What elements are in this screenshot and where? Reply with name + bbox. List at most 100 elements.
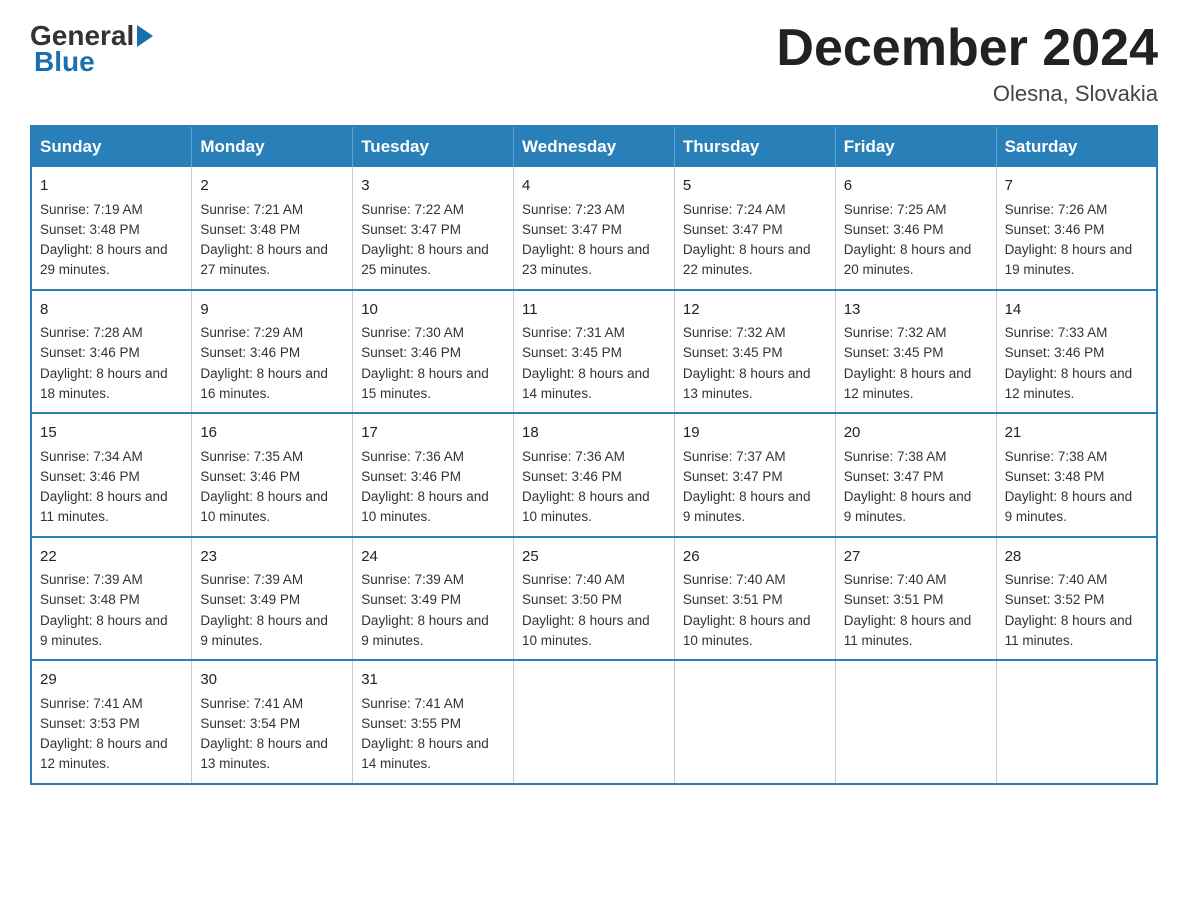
day-info: Sunrise: 7:26 AMSunset: 3:46 PMDaylight:… <box>1005 200 1148 281</box>
day-number: 8 <box>40 299 183 322</box>
day-number: 28 <box>1005 546 1148 569</box>
day-info: Sunrise: 7:19 AMSunset: 3:48 PMDaylight:… <box>40 200 183 281</box>
table-row: 1 Sunrise: 7:19 AMSunset: 3:48 PMDayligh… <box>31 167 192 290</box>
day-number: 30 <box>200 669 344 692</box>
table-row: 14 Sunrise: 7:33 AMSunset: 3:46 PMDaylig… <box>996 290 1157 414</box>
day-number: 1 <box>40 175 183 198</box>
day-number: 6 <box>844 175 988 198</box>
table-row: 18 Sunrise: 7:36 AMSunset: 3:46 PMDaylig… <box>514 413 675 537</box>
day-number: 5 <box>683 175 827 198</box>
day-info: Sunrise: 7:41 AMSunset: 3:54 PMDaylight:… <box>200 694 344 775</box>
calendar-week-row: 22 Sunrise: 7:39 AMSunset: 3:48 PMDaylig… <box>31 537 1157 661</box>
calendar-header-row: Sunday Monday Tuesday Wednesday Thursday… <box>31 126 1157 167</box>
day-info: Sunrise: 7:41 AMSunset: 3:53 PMDaylight:… <box>40 694 183 775</box>
location-text: Olesna, Slovakia <box>776 81 1158 107</box>
day-number: 24 <box>361 546 505 569</box>
logo: General Blue <box>30 20 155 78</box>
day-info: Sunrise: 7:32 AMSunset: 3:45 PMDaylight:… <box>844 323 988 404</box>
col-saturday: Saturday <box>996 126 1157 167</box>
col-sunday: Sunday <box>31 126 192 167</box>
day-number: 26 <box>683 546 827 569</box>
day-info: Sunrise: 7:39 AMSunset: 3:49 PMDaylight:… <box>361 570 505 651</box>
table-row: 25 Sunrise: 7:40 AMSunset: 3:50 PMDaylig… <box>514 537 675 661</box>
table-row <box>674 660 835 784</box>
logo-triangle-icon <box>137 25 153 47</box>
page-header: General Blue December 2024 Olesna, Slova… <box>30 20 1158 107</box>
table-row: 31 Sunrise: 7:41 AMSunset: 3:55 PMDaylig… <box>353 660 514 784</box>
day-info: Sunrise: 7:23 AMSunset: 3:47 PMDaylight:… <box>522 200 666 281</box>
table-row: 6 Sunrise: 7:25 AMSunset: 3:46 PMDayligh… <box>835 167 996 290</box>
day-number: 11 <box>522 299 666 322</box>
day-info: Sunrise: 7:34 AMSunset: 3:46 PMDaylight:… <box>40 447 183 528</box>
table-row: 19 Sunrise: 7:37 AMSunset: 3:47 PMDaylig… <box>674 413 835 537</box>
table-row: 23 Sunrise: 7:39 AMSunset: 3:49 PMDaylig… <box>192 537 353 661</box>
col-wednesday: Wednesday <box>514 126 675 167</box>
day-info: Sunrise: 7:36 AMSunset: 3:46 PMDaylight:… <box>522 447 666 528</box>
day-number: 13 <box>844 299 988 322</box>
day-number: 2 <box>200 175 344 198</box>
day-info: Sunrise: 7:40 AMSunset: 3:51 PMDaylight:… <box>844 570 988 651</box>
day-info: Sunrise: 7:33 AMSunset: 3:46 PMDaylight:… <box>1005 323 1148 404</box>
day-info: Sunrise: 7:39 AMSunset: 3:48 PMDaylight:… <box>40 570 183 651</box>
day-info: Sunrise: 7:40 AMSunset: 3:51 PMDaylight:… <box>683 570 827 651</box>
day-number: 7 <box>1005 175 1148 198</box>
col-monday: Monday <box>192 126 353 167</box>
day-info: Sunrise: 7:38 AMSunset: 3:48 PMDaylight:… <box>1005 447 1148 528</box>
table-row: 13 Sunrise: 7:32 AMSunset: 3:45 PMDaylig… <box>835 290 996 414</box>
day-number: 18 <box>522 422 666 445</box>
day-number: 3 <box>361 175 505 198</box>
title-section: December 2024 Olesna, Slovakia <box>776 20 1158 107</box>
day-info: Sunrise: 7:28 AMSunset: 3:46 PMDaylight:… <box>40 323 183 404</box>
table-row: 15 Sunrise: 7:34 AMSunset: 3:46 PMDaylig… <box>31 413 192 537</box>
day-info: Sunrise: 7:40 AMSunset: 3:52 PMDaylight:… <box>1005 570 1148 651</box>
calendar-week-row: 15 Sunrise: 7:34 AMSunset: 3:46 PMDaylig… <box>31 413 1157 537</box>
day-number: 16 <box>200 422 344 445</box>
table-row: 26 Sunrise: 7:40 AMSunset: 3:51 PMDaylig… <box>674 537 835 661</box>
table-row: 9 Sunrise: 7:29 AMSunset: 3:46 PMDayligh… <box>192 290 353 414</box>
day-number: 21 <box>1005 422 1148 445</box>
table-row <box>835 660 996 784</box>
day-number: 10 <box>361 299 505 322</box>
table-row: 22 Sunrise: 7:39 AMSunset: 3:48 PMDaylig… <box>31 537 192 661</box>
table-row: 29 Sunrise: 7:41 AMSunset: 3:53 PMDaylig… <box>31 660 192 784</box>
calendar-week-row: 8 Sunrise: 7:28 AMSunset: 3:46 PMDayligh… <box>31 290 1157 414</box>
col-tuesday: Tuesday <box>353 126 514 167</box>
day-info: Sunrise: 7:25 AMSunset: 3:46 PMDaylight:… <box>844 200 988 281</box>
table-row: 4 Sunrise: 7:23 AMSunset: 3:47 PMDayligh… <box>514 167 675 290</box>
table-row: 17 Sunrise: 7:36 AMSunset: 3:46 PMDaylig… <box>353 413 514 537</box>
day-info: Sunrise: 7:29 AMSunset: 3:46 PMDaylight:… <box>200 323 344 404</box>
day-info: Sunrise: 7:24 AMSunset: 3:47 PMDaylight:… <box>683 200 827 281</box>
day-number: 14 <box>1005 299 1148 322</box>
table-row: 20 Sunrise: 7:38 AMSunset: 3:47 PMDaylig… <box>835 413 996 537</box>
table-row: 28 Sunrise: 7:40 AMSunset: 3:52 PMDaylig… <box>996 537 1157 661</box>
table-row <box>996 660 1157 784</box>
table-row: 5 Sunrise: 7:24 AMSunset: 3:47 PMDayligh… <box>674 167 835 290</box>
day-info: Sunrise: 7:37 AMSunset: 3:47 PMDaylight:… <box>683 447 827 528</box>
day-info: Sunrise: 7:32 AMSunset: 3:45 PMDaylight:… <box>683 323 827 404</box>
day-info: Sunrise: 7:40 AMSunset: 3:50 PMDaylight:… <box>522 570 666 651</box>
table-row: 7 Sunrise: 7:26 AMSunset: 3:46 PMDayligh… <box>996 167 1157 290</box>
table-row: 10 Sunrise: 7:30 AMSunset: 3:46 PMDaylig… <box>353 290 514 414</box>
table-row <box>514 660 675 784</box>
day-info: Sunrise: 7:39 AMSunset: 3:49 PMDaylight:… <box>200 570 344 651</box>
day-info: Sunrise: 7:35 AMSunset: 3:46 PMDaylight:… <box>200 447 344 528</box>
table-row: 3 Sunrise: 7:22 AMSunset: 3:47 PMDayligh… <box>353 167 514 290</box>
day-number: 25 <box>522 546 666 569</box>
col-friday: Friday <box>835 126 996 167</box>
day-number: 22 <box>40 546 183 569</box>
day-number: 19 <box>683 422 827 445</box>
day-number: 15 <box>40 422 183 445</box>
calendar-week-row: 29 Sunrise: 7:41 AMSunset: 3:53 PMDaylig… <box>31 660 1157 784</box>
day-number: 29 <box>40 669 183 692</box>
table-row: 12 Sunrise: 7:32 AMSunset: 3:45 PMDaylig… <box>674 290 835 414</box>
table-row: 30 Sunrise: 7:41 AMSunset: 3:54 PMDaylig… <box>192 660 353 784</box>
col-thursday: Thursday <box>674 126 835 167</box>
day-number: 17 <box>361 422 505 445</box>
day-number: 12 <box>683 299 827 322</box>
table-row: 8 Sunrise: 7:28 AMSunset: 3:46 PMDayligh… <box>31 290 192 414</box>
day-info: Sunrise: 7:30 AMSunset: 3:46 PMDaylight:… <box>361 323 505 404</box>
calendar-week-row: 1 Sunrise: 7:19 AMSunset: 3:48 PMDayligh… <box>31 167 1157 290</box>
day-number: 31 <box>361 669 505 692</box>
day-info: Sunrise: 7:41 AMSunset: 3:55 PMDaylight:… <box>361 694 505 775</box>
calendar-table: Sunday Monday Tuesday Wednesday Thursday… <box>30 125 1158 785</box>
